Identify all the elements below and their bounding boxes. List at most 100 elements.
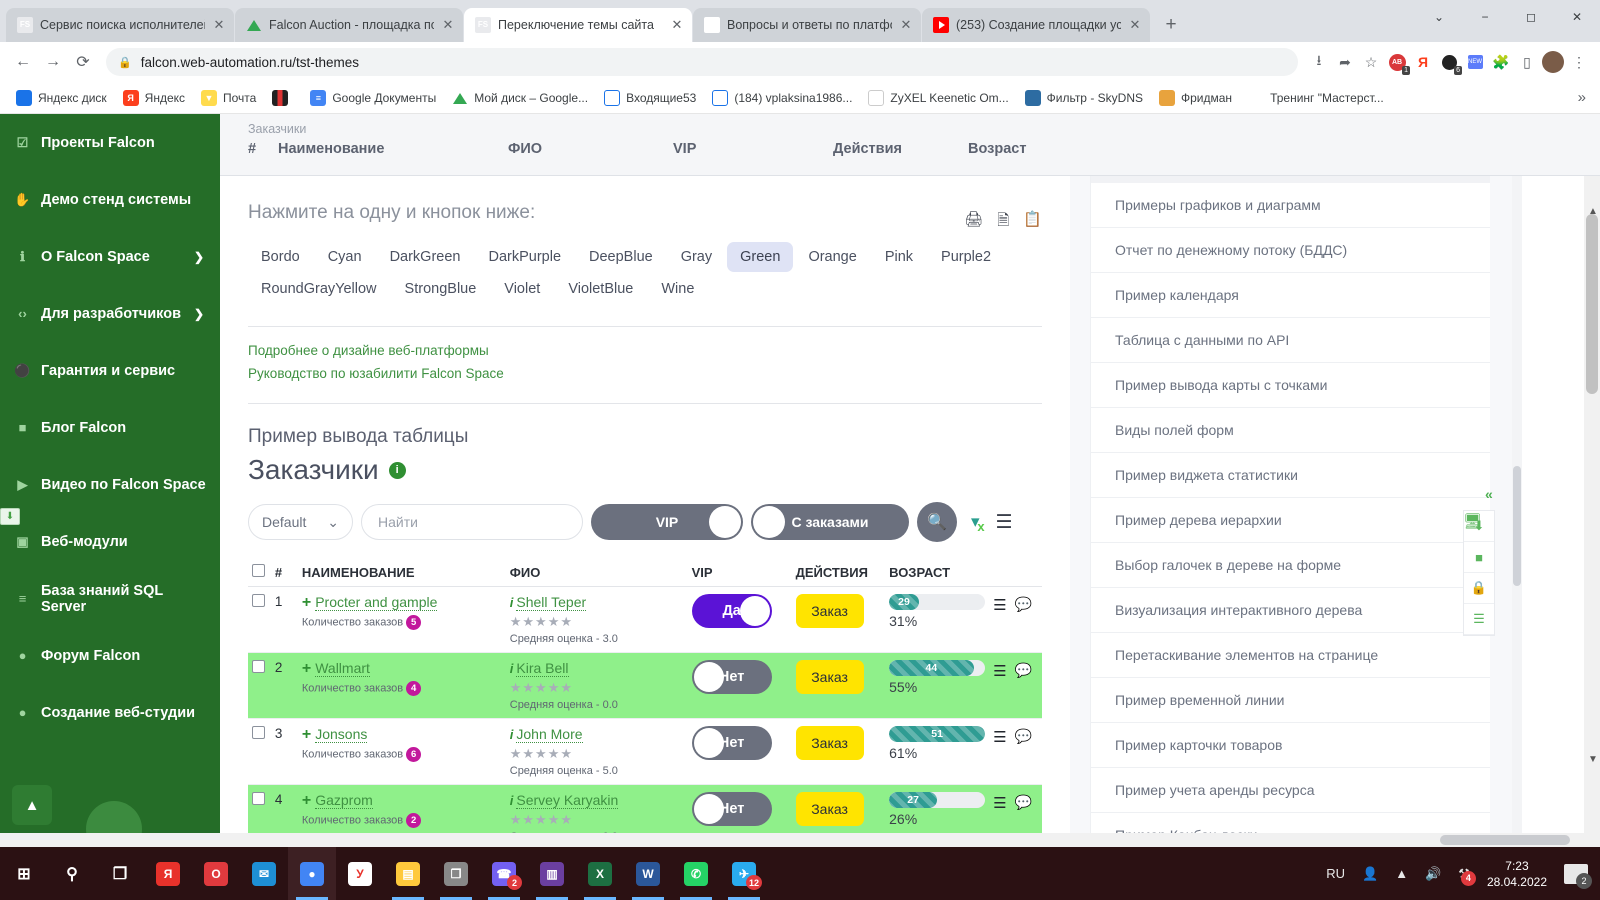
tab-close-icon[interactable]: ✕ bbox=[670, 17, 684, 33]
preset-select[interactable]: Default ⌄ bbox=[248, 504, 353, 540]
profile-avatar-icon[interactable] bbox=[1540, 49, 1566, 75]
taskbar-viber-icon[interactable]: ☎ 2 bbox=[480, 847, 528, 900]
lock-bag-icon[interactable]: 🔒 bbox=[1464, 573, 1494, 604]
row-checkbox[interactable] bbox=[252, 726, 265, 739]
chevron-up-icon[interactable]: ▲ bbox=[1395, 866, 1408, 881]
example-list-item-2[interactable]: Отчет по денежному потоку (БДДС) bbox=[1091, 228, 1490, 273]
example-list-item-7[interactable]: Пример виджета статистики bbox=[1091, 453, 1490, 498]
browser-tab-5[interactable]: (253) Создание площадки услуг ✕ bbox=[922, 8, 1150, 42]
example-list-item-5[interactable]: Пример вывода карты с точками bbox=[1091, 363, 1490, 408]
network-icon[interactable]: ⚒4 bbox=[1458, 866, 1476, 886]
example-list-item-10[interactable]: Визуализация интерактивного дерева bbox=[1091, 588, 1490, 633]
page-link-1[interactable]: Подробнее о дизайне веб-платформы bbox=[248, 343, 1042, 358]
sidebar-item-1[interactable]: ☑ Проекты Falcon bbox=[0, 114, 220, 171]
example-list-item-14[interactable]: Пример учета аренды ресурса bbox=[1091, 768, 1490, 813]
taskbar-windows-start-icon[interactable]: ⊞ bbox=[0, 847, 48, 900]
taskbar-mail-icon[interactable]: ✉ bbox=[240, 847, 288, 900]
share-icon[interactable]: ➦ bbox=[1332, 49, 1358, 75]
row-menu-icon[interactable]: ☰ bbox=[993, 596, 1006, 614]
tab-close-icon[interactable]: ✕ bbox=[899, 17, 913, 33]
example-list-item-4[interactable]: Таблица с данными по API bbox=[1091, 318, 1490, 363]
bookmark-1[interactable]: Яндекс диск bbox=[8, 86, 115, 110]
sidebar-item-2[interactable]: ✋ Демо стенд системы bbox=[0, 171, 220, 228]
bookmark-2[interactable]: Я Яндекс bbox=[115, 86, 193, 110]
sidebar-item-10[interactable]: ● Форум Falcon bbox=[0, 627, 220, 684]
close-button[interactable]: ✕ bbox=[1554, 0, 1600, 34]
reload-button[interactable]: ⟳ bbox=[68, 47, 98, 77]
page-link-2[interactable]: Руководство по юзабилити Falcon Space bbox=[248, 366, 1042, 381]
darkmode-icon[interactable]: 6 bbox=[1436, 49, 1462, 75]
monitor-icon[interactable]: 🖥 bbox=[1463, 512, 1489, 534]
sidebar-item-11[interactable]: ● Создание веб-студии bbox=[0, 684, 220, 741]
fio-link[interactable]: Kira Bell bbox=[516, 660, 569, 677]
download-arrow-icon[interactable]: ⬇ bbox=[0, 508, 20, 525]
bookmark-9[interactable]: K ZyXEL Keenetic Om... bbox=[860, 86, 1016, 110]
row-menu-icon[interactable]: ☰ bbox=[993, 794, 1006, 812]
theme-button-wine[interactable]: Wine bbox=[648, 274, 707, 304]
example-list-item-13[interactable]: Пример карточки товаров bbox=[1091, 723, 1490, 768]
theme-button-gray[interactable]: Gray bbox=[668, 242, 725, 272]
theme-button-roundgrayyellow[interactable]: RoundGrayYellow bbox=[248, 274, 390, 304]
row-checkbox[interactable] bbox=[252, 660, 265, 673]
bookmark-8[interactable]: ✉ (184) vplaksina1986... bbox=[704, 86, 860, 110]
taskbar-yandex-browser-icon[interactable]: Я bbox=[144, 847, 192, 900]
order-button[interactable]: Заказ bbox=[795, 660, 864, 694]
theme-button-green[interactable]: Green bbox=[727, 242, 794, 272]
horizontal-scrollbar[interactable] bbox=[0, 833, 1600, 847]
customer-name-link[interactable]: Jonsons bbox=[315, 726, 368, 743]
row-checkbox-cell[interactable] bbox=[248, 586, 271, 653]
maximize-button[interactable]: ◻ bbox=[1508, 0, 1554, 34]
vip-toggle[interactable]: Да bbox=[691, 594, 772, 628]
search-input[interactable]: Найти bbox=[361, 504, 583, 540]
table-row[interactable]: 1 + Procter and gample Количество заказов 5… bbox=[248, 586, 1042, 653]
bookmark-7[interactable]: ✉ Входящие53 bbox=[596, 86, 704, 110]
row-menu-icon[interactable]: ☰ bbox=[993, 662, 1006, 680]
row-comment-icon[interactable]: 💬 bbox=[1015, 596, 1032, 614]
select-all-checkbox-cell[interactable] bbox=[248, 558, 271, 587]
order-button[interactable]: Заказ bbox=[795, 594, 864, 628]
taskbar-whatsapp-icon[interactable]: ✆ bbox=[672, 847, 720, 900]
page-scrollbar[interactable]: ▲ ▼ bbox=[1584, 114, 1600, 847]
theme-button-deepblue[interactable]: DeepBlue bbox=[576, 242, 666, 272]
sidebar-item-9[interactable]: ≡ База знаний SQL Server bbox=[0, 570, 220, 627]
taskbar-opera-icon[interactable]: O bbox=[192, 847, 240, 900]
row-checkbox-cell[interactable] bbox=[248, 652, 271, 719]
hamburger-icon[interactable]: ☰ bbox=[996, 511, 1013, 534]
install-icon[interactable]: ⭳ bbox=[1306, 49, 1332, 75]
theme-button-purple2[interactable]: Purple2 bbox=[928, 242, 1004, 272]
taskbar-remote-desktop-icon[interactable]: ❐ bbox=[432, 847, 480, 900]
bookmark-4[interactable] bbox=[264, 86, 302, 110]
fio-link[interactable]: Shell Teper bbox=[516, 594, 587, 611]
rating-stars[interactable]: ★★★★★ bbox=[510, 614, 684, 630]
language-indicator[interactable]: RU bbox=[1326, 866, 1345, 881]
customer-name-link[interactable]: Gazprom bbox=[315, 792, 373, 809]
info-icon[interactable]: i bbox=[388, 461, 406, 479]
forward-button[interactable]: → bbox=[38, 47, 68, 77]
browser-tab-4[interactable]: AU Вопросы и ответы по платформ ✕ bbox=[693, 8, 921, 42]
minimize-button[interactable]: − bbox=[1462, 0, 1508, 34]
theme-button-cyan[interactable]: Cyan bbox=[315, 242, 375, 272]
expand-plus-icon[interactable]: + bbox=[302, 792, 311, 809]
rating-stars[interactable]: ★★★★★ bbox=[510, 680, 684, 696]
clipboard-icon[interactable]: 📋 bbox=[1023, 210, 1042, 235]
bookmarks-overflow-icon[interactable]: » bbox=[1578, 89, 1592, 106]
toggle-orders[interactable]: С заказами bbox=[751, 504, 909, 540]
expand-plus-icon[interactable]: + bbox=[302, 726, 311, 743]
theme-button-darkgreen[interactable]: DarkGreen bbox=[377, 242, 474, 272]
taskbar-chrome-icon[interactable]: ● bbox=[288, 847, 336, 900]
select-all-checkbox[interactable] bbox=[252, 564, 265, 577]
example-list-item-9[interactable]: Выбор галочек в дереве на форме bbox=[1091, 543, 1490, 588]
example-list-item-3[interactable]: Пример календаря bbox=[1091, 273, 1490, 318]
bookmark-6[interactable]: Мой диск – Google... bbox=[444, 86, 596, 110]
expand-plus-icon[interactable]: + bbox=[302, 594, 311, 611]
minimize-all-button[interactable]: ⌄ bbox=[1416, 0, 1462, 34]
sidebar-item-4[interactable]: ‹› Для разработчиков ❯ bbox=[0, 285, 220, 342]
bookmark-3[interactable]: ▼ Почта bbox=[193, 86, 264, 110]
vip-toggle[interactable]: Нет bbox=[691, 660, 772, 694]
rating-stars[interactable]: ★★★★★ bbox=[510, 812, 684, 828]
menu-lines-icon[interactable]: ☰ bbox=[1464, 604, 1494, 635]
print-icon[interactable]: 🖨 bbox=[964, 210, 983, 235]
rating-stars[interactable]: ★★★★★ bbox=[510, 746, 684, 762]
row-checkbox[interactable] bbox=[252, 594, 265, 607]
theme-button-darkpurple[interactable]: DarkPurple bbox=[475, 242, 574, 272]
